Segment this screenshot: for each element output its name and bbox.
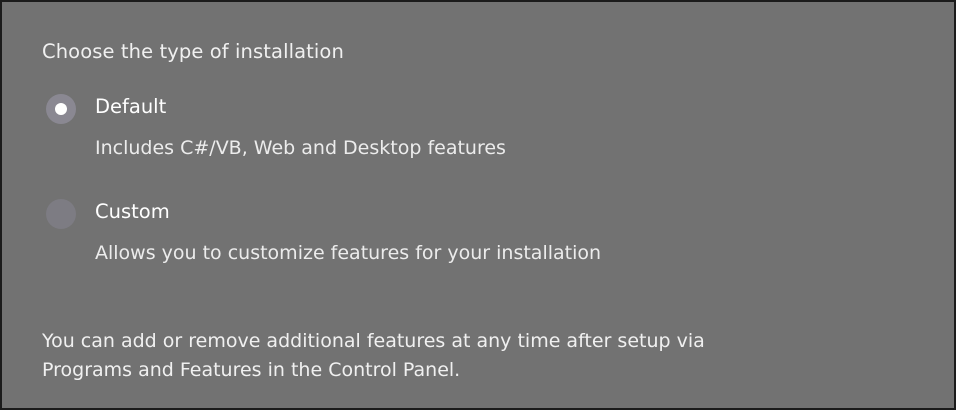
installation-type-panel: Choose the type of installation Default … bbox=[0, 0, 956, 410]
radio-custom[interactable] bbox=[46, 199, 76, 229]
radio-selected-dot-icon bbox=[55, 103, 67, 115]
footer-note: You can add or remove additional feature… bbox=[42, 327, 902, 385]
option-custom-description: Allows you to customize features for you… bbox=[95, 242, 602, 264]
option-default-label[interactable]: Default bbox=[95, 95, 166, 118]
section-heading: Choose the type of installation bbox=[42, 40, 344, 63]
radio-default[interactable] bbox=[46, 94, 76, 124]
footer-note-line-2: Programs and Features in the Control Pan… bbox=[42, 359, 461, 381]
option-default-description: Includes C#/VB, Web and Desktop features bbox=[95, 137, 506, 159]
footer-note-line-1: You can add or remove additional feature… bbox=[42, 330, 705, 352]
option-custom-label[interactable]: Custom bbox=[95, 200, 170, 223]
